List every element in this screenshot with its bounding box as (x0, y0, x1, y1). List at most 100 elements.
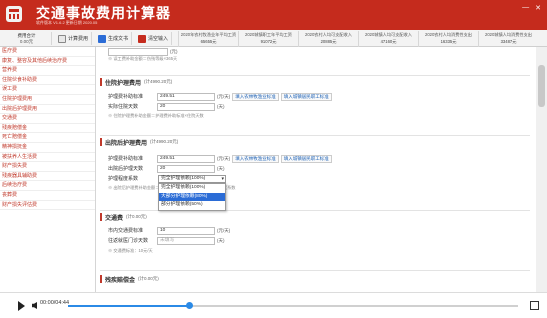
form-row: 护理程度系数 (108, 174, 157, 183)
fill-urban-standard-button[interactable]: 填入城镇居民职工标准 (280, 92, 332, 101)
sidebar-item-outpatient-care[interactable]: 出院后护理费用 (0, 105, 95, 115)
section-total: (计0.00元) (138, 276, 159, 281)
sidebar-item-funeral[interactable]: 丧葬费 (0, 191, 95, 201)
sidebar-item-followup[interactable]: 后续治疗费 (0, 181, 95, 191)
field-label: 出院后护理天数 (108, 166, 144, 172)
partial-note-row: ※ 误工费补助金额＝伤残等级×365天 (108, 54, 177, 63)
summary-cell: 2020农村人均可支配收入 20885元 (298, 31, 358, 47)
main-content: (元) ※ 误工费补助金额＝伤残等级×365天 住院护理费用 (计4990.20… (96, 47, 536, 292)
unit-label: (天) (217, 165, 225, 171)
note-row: ※ 住院护理费补助金额＝护理费补助标准×住院天数 (108, 111, 204, 120)
sidebar-item-lost-wages[interactable]: 误工费 (0, 85, 95, 95)
playback-time: 00:00/04:44 (40, 300, 70, 306)
section-total: (计4990.20元) (144, 79, 173, 84)
calculator-icon (6, 6, 22, 22)
unit-label: (元/天) (217, 155, 231, 161)
section-title: 住院护理费用 (105, 80, 142, 87)
sidebar-item-meal-subsidy[interactable]: 住院伙食补助费 (0, 76, 95, 86)
dropdown-option[interactable]: 部分护理依赖(50%) (159, 201, 225, 210)
care-level-dropdown-menu: 完全护理依赖(100%) 大部分护理依赖(80%) 部分护理依赖(50%) (158, 183, 226, 211)
unit-label: (元/天) (217, 93, 231, 99)
volume-icon[interactable] (32, 302, 37, 309)
section-header: 残疾赔偿金 (计0.00元) (100, 273, 159, 285)
form-row: 实际住院天数 20 (天) (108, 102, 225, 111)
section-title: 残疾赔偿金 (105, 277, 136, 284)
vertical-scrollbar[interactable] (536, 47, 547, 292)
accent-bar (100, 138, 102, 146)
sidebar-item-medical[interactable]: 医疗费 (0, 47, 95, 57)
form-row: 市内交通费标准 10 (元/天) (108, 226, 230, 235)
accent-bar (100, 78, 102, 86)
close-icon[interactable]: ✕ (535, 4, 541, 12)
sidebar-item-dependents[interactable]: 被扶养人生活费 (0, 153, 95, 163)
field-label: 市内交通费标准 (108, 228, 144, 234)
fill-urban-standard-button[interactable]: 填入城镇居民职工标准 (280, 154, 332, 163)
care-level-select[interactable]: 完全护理依赖(100%) (158, 175, 226, 183)
window-controls: — ✕ (522, 4, 541, 12)
section-header: 出院后护理费用 (计4990.20元) (100, 136, 178, 148)
unit-label: (天) (217, 103, 225, 109)
sidebar-item-aids[interactable]: 残疾器具辅助费 (0, 172, 95, 182)
hospital-days-input[interactable]: 20 (157, 102, 215, 111)
accent-bar (100, 275, 102, 283)
section-title: 出院后护理费用 (105, 140, 148, 147)
section-total: (计0.00元) (126, 214, 147, 219)
sidebar-item-death[interactable]: 死亡赔偿金 (0, 133, 95, 143)
formula-note: ※ 交通费标准：10元/天 (108, 247, 153, 253)
fill-rural-standard-button[interactable]: 填入农林牧渔业标准 (232, 154, 279, 163)
form-row: 往返就医门诊天数 未填写 (天) (108, 236, 225, 245)
sidebar-item-inpatient-care[interactable]: 住院护理费用 (0, 95, 95, 105)
visit-days-input[interactable]: 未填写 (157, 236, 215, 245)
fill-rural-standard-button[interactable]: 填入农林牧渔业标准 (232, 92, 279, 101)
progress-fill (68, 305, 190, 307)
note-row: ※ 交通费标准：10元/天 (108, 246, 153, 255)
progress-knob[interactable] (186, 302, 193, 309)
field-label: 护理费补助标准 (108, 94, 144, 100)
sidebar-item-disability[interactable]: 残疾赔偿金 (0, 124, 95, 134)
app-subtitle: 软件版本 V1.6.2 更新日期 2020.05 (36, 20, 98, 25)
section-header: 交通费 (计0.00元) (100, 211, 147, 223)
sidebar-item-transport[interactable]: 交通费 (0, 114, 95, 124)
care-standard-input[interactable]: 249.51 (157, 92, 215, 101)
formula-note: ※ 住院护理费补助金额＝护理费补助标准×住院天数 (108, 112, 204, 118)
field-label: 往返就医门诊天数 (108, 238, 149, 244)
summary-cell: 2020年农村牧渔业年平均工资 65655元 (178, 31, 238, 47)
accent-bar (100, 213, 102, 221)
section-total: (计4990.20元) (150, 139, 179, 144)
transport-section: 交通费 (计0.00元) 市内交通费标准 10 (元/天) 往返就医门诊天数 未… (100, 210, 530, 260)
unit-label: (天) (217, 237, 225, 243)
sidebar: 医疗费 康复、整容及其他后续治疗费 营养费 住院伙食补助费 误工费 住院护理费用… (0, 47, 96, 292)
sidebar-item-mental[interactable]: 精神损抚金 (0, 143, 95, 153)
title-bar: 交通事故费用计算器 软件版本 V1.6.2 更新日期 2020.05 — ✕ (0, 0, 547, 30)
section-title: 交通费 (105, 215, 124, 222)
video-player-controls: 00:00/04:44 (0, 292, 547, 318)
minimize-icon[interactable]: — (522, 4, 529, 12)
field-label: 护理程度系数 (108, 176, 139, 182)
care-days-input[interactable]: 20 (157, 164, 215, 173)
form-row: 护理费补助标准 249.51 (元/天) 填入农林牧渔业标准 填入城镇居民职工标… (108, 92, 332, 101)
inpatient-care-section: 住院护理费用 (计4990.20元) 护理费补助标准 249.51 (元/天) … (100, 75, 530, 123)
dropdown-option[interactable]: 完全护理依赖(100%) (159, 184, 225, 193)
scrollbar-thumb[interactable] (538, 65, 545, 107)
summary-cell: 2020城镇人均可支配收入 47160元 (358, 31, 418, 47)
progress-track[interactable] (68, 302, 518, 309)
field-label: 护理费补助标准 (108, 156, 144, 162)
sidebar-item-nutrition[interactable]: 营养费 (0, 66, 95, 76)
care-standard-input[interactable]: 249.51 (157, 154, 215, 163)
formula-note: ※ 误工费补助金额＝伤残等级×365天 (108, 55, 178, 61)
statistics-summary: 2020年农村牧渔业年平均工资 65655元 2020城镇职工年平均工资 91072… (0, 30, 547, 47)
unit-label: (元/天) (217, 227, 231, 233)
summary-cell: 2020城镇职工年平均工资 91072元 (238, 31, 298, 47)
form-row: 护理费补助标准 249.51 (元/天) 填入农林牧渔业标准 填入城镇居民职工标… (108, 154, 332, 163)
fullscreen-icon[interactable] (530, 301, 539, 310)
summary-cell: 2020城镇人均消费性支出 33487元 (478, 31, 538, 47)
summary-cell: 2020农村人均消费性支出 16335元 (418, 31, 478, 47)
dropdown-option-selected[interactable]: 大部分护理依赖(80%) (159, 192, 225, 201)
sidebar-item-assessment[interactable]: 财产损失评估费 (0, 201, 95, 211)
sidebar-item-property[interactable]: 财产损失费 (0, 162, 95, 172)
field-label: 实际住院天数 (108, 104, 139, 110)
sidebar-item-rehab[interactable]: 康复、整容及其他后续治疗费 (0, 57, 95, 67)
play-icon[interactable] (18, 301, 25, 311)
transport-standard-input[interactable]: 10 (157, 226, 215, 235)
section-header: 住院护理费用 (计4990.20元) (100, 76, 172, 88)
